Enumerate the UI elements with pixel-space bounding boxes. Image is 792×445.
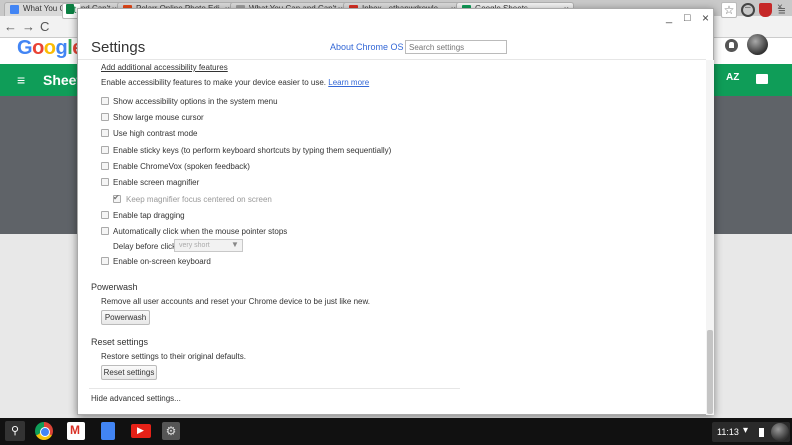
accessibility-description: Enable accessibility features to make yo… [101,78,369,87]
extension-icon[interactable] [741,3,755,17]
youtube-app-icon[interactable] [131,424,151,438]
reset-description: Restore settings to their original defau… [101,352,246,361]
about-chrome-os-link[interactable]: About Chrome OS [330,42,404,52]
sort-icon[interactable]: AZ [726,72,739,83]
divider [78,59,706,60]
powerwash-heading: Powerwash [91,282,138,292]
settings-app-icon[interactable]: ⚙ [162,422,180,440]
auto-click-checkbox[interactable] [101,227,109,235]
chrome-app-icon[interactable] [35,422,53,440]
magnifier-focus-checkbox[interactable] [113,193,121,203]
clock: 11:13 [717,427,739,437]
reload-icon[interactable]: C [40,19,49,35]
back-icon[interactable]: ← [4,19,17,35]
account-avatar[interactable] [747,34,768,55]
checkbox-label: Automatically click when the mouse point… [113,227,288,236]
large-cursor-checkbox[interactable] [101,113,109,121]
battery-icon [759,428,764,437]
main-menu-icon[interactable]: ≡ [17,72,25,88]
scrollbar-thumb[interactable] [707,330,713,414]
chrome-menu-icon[interactable]: ≡ [778,3,786,18]
ublock-extension-icon[interactable] [759,3,772,17]
reset-heading: Reset settings [91,337,149,347]
shelf [0,418,792,445]
docs-app-icon[interactable] [101,422,115,440]
reset-settings-button[interactable]: Reset settings [101,365,157,380]
user-avatar [771,423,789,441]
accessibility-options-checkbox[interactable] [101,97,109,105]
folder-icon[interactable] [756,74,768,84]
learn-more-link[interactable]: Learn more [328,78,369,87]
tab-favicon-icon [10,5,19,14]
checkbox-label: Use high contrast mode [113,129,198,138]
dialog-close-icon[interactable]: × [702,11,709,25]
checkbox-label: Show large mouse cursor [113,113,204,122]
powerwash-button[interactable]: Powerwash [101,310,150,325]
high-contrast-checkbox[interactable] [101,129,109,137]
delay-label: Delay before click: [113,242,179,251]
checkbox-label: Enable ChromeVox (spoken feedback) [113,162,250,171]
dialog-maximize-icon[interactable]: □ [684,12,691,24]
chevron-down-icon: ▼ [231,240,239,249]
bookmark-star-icon[interactable]: ☆ [721,2,737,18]
chromevox-checkbox[interactable] [101,162,109,170]
checkbox-label: Enable sticky keys (to perform keyboard … [113,146,392,155]
gmail-app-icon[interactable] [67,422,85,440]
checkbox-label: Show accessibility options in the system… [113,97,278,106]
launcher-search-icon[interactable]: ⚲ [5,421,25,441]
hide-advanced-link[interactable]: Hide advanced settings... [91,394,181,403]
google-logo: Google [17,37,83,59]
sticky-keys-checkbox[interactable] [101,146,109,154]
screen-magnifier-checkbox[interactable] [101,178,109,186]
notifications-icon[interactable] [725,39,738,52]
wifi-icon: ▾ [743,425,749,436]
add-accessibility-features-link[interactable]: Add additional accessibility features [101,63,228,72]
checkbox-label: Enable on-screen keyboard [113,257,211,266]
page-title: Settings [91,39,146,56]
checkbox-label: Keep magnifier focus centered on screen [126,195,272,204]
tap-dragging-checkbox[interactable] [101,211,109,219]
checkbox-label: Enable screen magnifier [113,178,200,187]
address-text: ht [68,5,77,16]
accessibility-description-text: Enable accessibility features to make yo… [101,78,327,87]
dialog-minimize-icon[interactable]: _ [666,12,672,24]
forward-icon[interactable]: → [22,19,35,35]
onscreen-keyboard-checkbox[interactable] [101,257,109,265]
powerwash-description: Remove all user accounts and reset your … [101,297,371,306]
search-settings-input[interactable] [405,40,507,54]
divider [89,388,460,389]
checkbox-label: Enable tap dragging [113,211,185,220]
